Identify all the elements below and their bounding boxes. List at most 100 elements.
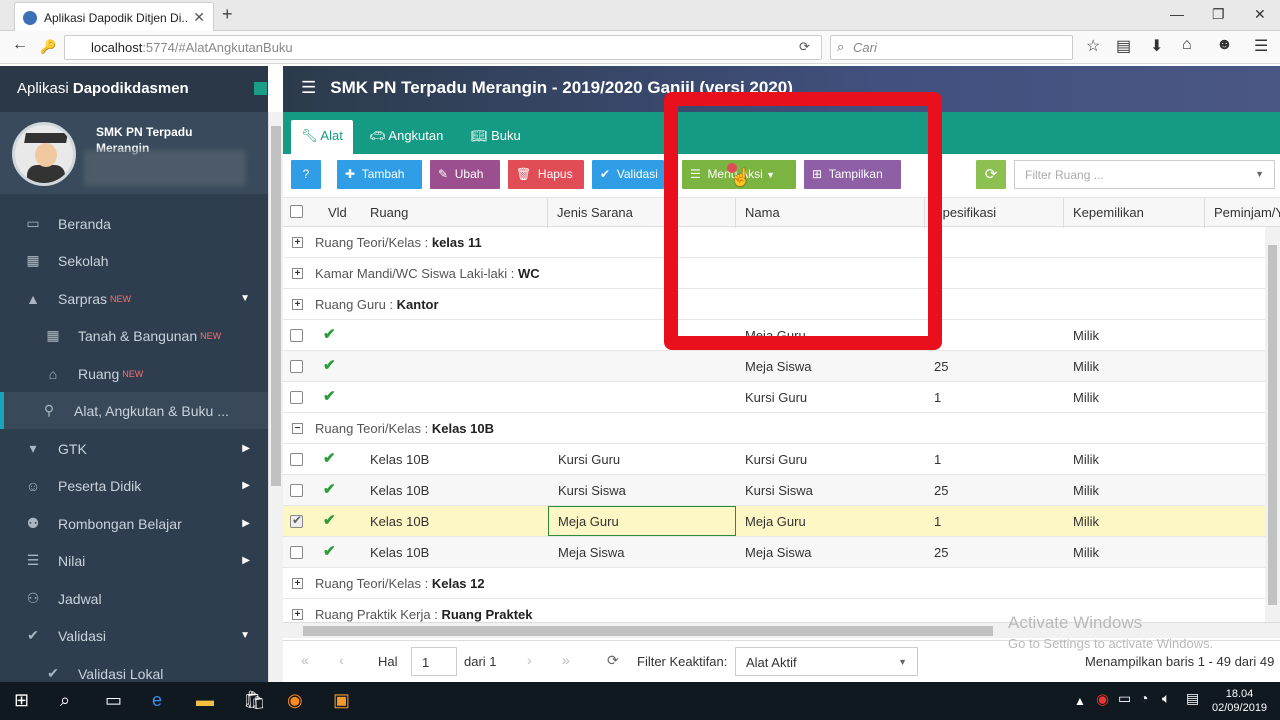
table-row[interactable]: ✔ Kursi Guru 1 Milik — [283, 382, 1280, 413]
column-header-peminjam[interactable]: Peminjam/Y — [1214, 205, 1280, 220]
group-row[interactable]: − Ruang Teori/Kelas : Kelas 10B — [283, 413, 1280, 444]
close-tab-icon[interactable]: ✕ — [193, 9, 205, 26]
sidebar-item-rombongan-belajar[interactable]: ⚉ Rombongan Belajar ▶ — [0, 505, 268, 542]
row-checkbox[interactable] — [290, 391, 303, 404]
group-row[interactable]: + Ruang Teori/Kelas : Kelas 12 — [283, 568, 1280, 599]
sidebar-item-alat-angkutan-buku[interactable]: ⚲ Alat, Angkutan & Buku ... — [0, 392, 268, 429]
ubah-button[interactable]: ✎ Ubah — [430, 160, 500, 189]
expand-icon[interactable]: + — [292, 268, 303, 279]
sidebar-item-validasi[interactable]: ✔ Validasi ▼ — [0, 617, 268, 654]
sidebar-toggle-icon[interactable] — [254, 82, 267, 95]
site-info-icon[interactable]: 🔑 — [40, 39, 56, 55]
app-icon[interactable]: ▣ — [333, 690, 350, 711]
search-input[interactable]: ⌕ Cari — [830, 35, 1073, 60]
new-tab-icon[interactable]: + — [222, 4, 233, 25]
filter-placeholder: Filter Ruang ... — [1025, 168, 1104, 182]
menu-toggle-icon[interactable]: ☰ — [301, 78, 316, 97]
store-icon[interactable]: 🛍︎ — [243, 690, 266, 711]
column-header-jenis-sarana[interactable]: Jenis Sarana — [557, 205, 633, 220]
file-explorer-icon[interactable]: ▬ — [196, 690, 214, 711]
refresh-button[interactable]: ⟳ — [976, 160, 1006, 189]
group-label: Ruang Guru : Kantor — [315, 297, 439, 312]
select-all-checkbox[interactable] — [290, 205, 303, 218]
table-row[interactable]: ✔ Meja Siswa 25 Milik — [283, 351, 1280, 382]
first-page-icon[interactable]: « — [301, 652, 309, 668]
row-checkbox[interactable]: ✔ — [290, 513, 303, 528]
grid-vertical-scrollbar[interactable] — [1265, 227, 1280, 622]
tray-chevron-icon[interactable]: ▲ — [1074, 694, 1086, 708]
sidebar-item-peserta-didik[interactable]: ☺ Peserta Didik ▶ — [0, 467, 268, 504]
row-checkbox[interactable] — [290, 360, 303, 373]
clock[interactable]: 18.04 02/09/2019 — [1212, 687, 1267, 715]
windows-start-icon[interactable]: ⊞ — [14, 690, 29, 711]
filter-keaktifan-select[interactable]: Alat Aktif ▼ — [735, 647, 918, 676]
last-page-icon[interactable]: » — [562, 652, 570, 668]
battery-icon[interactable]: ▭ — [1118, 690, 1131, 707]
sidebar-item-gtk[interactable]: ▾ GTK ▶ — [0, 430, 268, 467]
table-row[interactable]: ✔ ✔ Kelas 10B Meja Guru Meja Guru 1 Milik — [283, 506, 1280, 537]
reload-icon[interactable]: ⟳ — [799, 39, 810, 55]
download-icon[interactable]: ⬇ — [1150, 36, 1163, 56]
tab-alat[interactable]: 🔧︎ Alat — [291, 120, 353, 154]
sidebar-item-jadwal[interactable]: ⚇ Jadwal — [0, 580, 268, 617]
sidebar-item-sekolah[interactable]: ▦ Sekolah — [0, 242, 268, 279]
sidebar-item-tanah-bangunan[interactable]: ▦ Tanah & Bangunan NEW — [0, 317, 268, 354]
tab-buku[interactable]: 📖︎ Buku — [461, 120, 531, 154]
row-checkbox[interactable] — [290, 453, 303, 466]
record-icon[interactable]: ◉ — [1096, 690, 1109, 708]
expand-icon[interactable]: + — [292, 299, 303, 310]
table-row[interactable]: ✔ Kelas 10B Kursi Siswa Kursi Siswa 25 Milik — [283, 475, 1280, 506]
tab-angkutan[interactable]: 🚗︎ Angkutan — [359, 120, 453, 154]
reading-list-icon[interactable]: ▤ — [1116, 36, 1131, 56]
sidebar-item-beranda[interactable]: ▭ Beranda — [0, 205, 268, 242]
filter-keaktifan-value: Alat Aktif — [746, 655, 797, 670]
sidebar-item-sarpras[interactable]: ▲ Sarpras NEW ▼ — [0, 280, 268, 317]
expand-icon[interactable]: + — [292, 609, 303, 620]
hapus-button[interactable]: 🗑︎ Hapus — [508, 160, 584, 189]
firefox-icon[interactable]: ◉ — [287, 690, 303, 711]
bookmark-star-icon[interactable]: ☆ — [1086, 36, 1100, 56]
account-icon[interactable]: ☻ — [1216, 36, 1233, 54]
caret-down-icon: ▼ — [240, 630, 250, 641]
page-input[interactable]: 1 — [411, 647, 457, 676]
refresh-icon[interactable]: ⟳ — [607, 652, 619, 669]
row-checkbox[interactable] — [290, 484, 303, 497]
minimize-icon[interactable]: — — [1170, 6, 1184, 22]
row-checkbox[interactable] — [290, 329, 303, 342]
column-header-vld[interactable]: Vld — [328, 205, 347, 220]
filter-ruang-select[interactable]: Filter Ruang ... ▼ — [1014, 160, 1275, 189]
notification-icon[interactable]: ▤ — [1186, 690, 1199, 707]
cell-kepemilikan: Milik — [1073, 359, 1099, 374]
column-header-spesifikasi[interactable]: Spesifikasi — [934, 205, 996, 220]
url-bar[interactable]: localhost:5774/#AlatAngkutanBuku ⟳ — [64, 35, 822, 60]
prev-page-icon[interactable]: ‹ — [339, 652, 344, 668]
collapse-icon[interactable]: − — [292, 423, 303, 434]
edge-icon[interactable]: e — [152, 690, 162, 711]
browser-tab[interactable]: Aplikasi Dapodik Ditjen Di... ✕ — [14, 2, 214, 32]
caret-right-icon: ▶ — [242, 480, 250, 491]
validasi-button[interactable]: ✔ Validasi — [592, 160, 664, 189]
back-icon[interactable]: ← — [12, 36, 28, 54]
volume-icon[interactable]: 🔈︎ — [1162, 690, 1170, 707]
home-icon[interactable]: ⌂ — [1182, 36, 1192, 54]
close-window-icon[interactable]: ✕ — [1254, 6, 1266, 23]
help-button[interactable]: ? — [291, 160, 321, 189]
column-header-kepemilikan[interactable]: Kepemilikan — [1073, 205, 1144, 220]
next-page-icon[interactable]: › — [527, 652, 532, 668]
brand: Aplikasi Dapodikdasmen — [0, 66, 268, 112]
wifi-icon[interactable]: ◔ — [1140, 690, 1148, 706]
expand-icon[interactable]: + — [292, 237, 303, 248]
row-checkbox[interactable] — [290, 546, 303, 559]
sidebar-scrollbar[interactable] — [268, 112, 283, 682]
maximize-icon[interactable]: ❐ — [1212, 6, 1225, 23]
sidebar-item-nilai[interactable]: ☰ Nilai ▶ — [0, 542, 268, 579]
table-row[interactable]: ✔ Kelas 10B Meja Siswa Meja Siswa 25 Milik — [283, 537, 1280, 568]
expand-icon[interactable]: + — [292, 578, 303, 589]
task-view-icon[interactable]: ▭ — [105, 690, 122, 711]
sidebar-item-ruang[interactable]: ⌂ Ruang NEW — [0, 355, 268, 392]
tambah-button[interactable]: ✚ Tambah — [337, 160, 422, 189]
menu-hamburger-icon[interactable]: ☰ — [1254, 36, 1268, 56]
table-row[interactable]: ✔ Kelas 10B Kursi Guru Kursi Guru 1 Milik — [283, 444, 1280, 475]
search-icon[interactable]: ⌕ — [60, 690, 70, 711]
column-header-ruang[interactable]: Ruang — [370, 205, 408, 220]
